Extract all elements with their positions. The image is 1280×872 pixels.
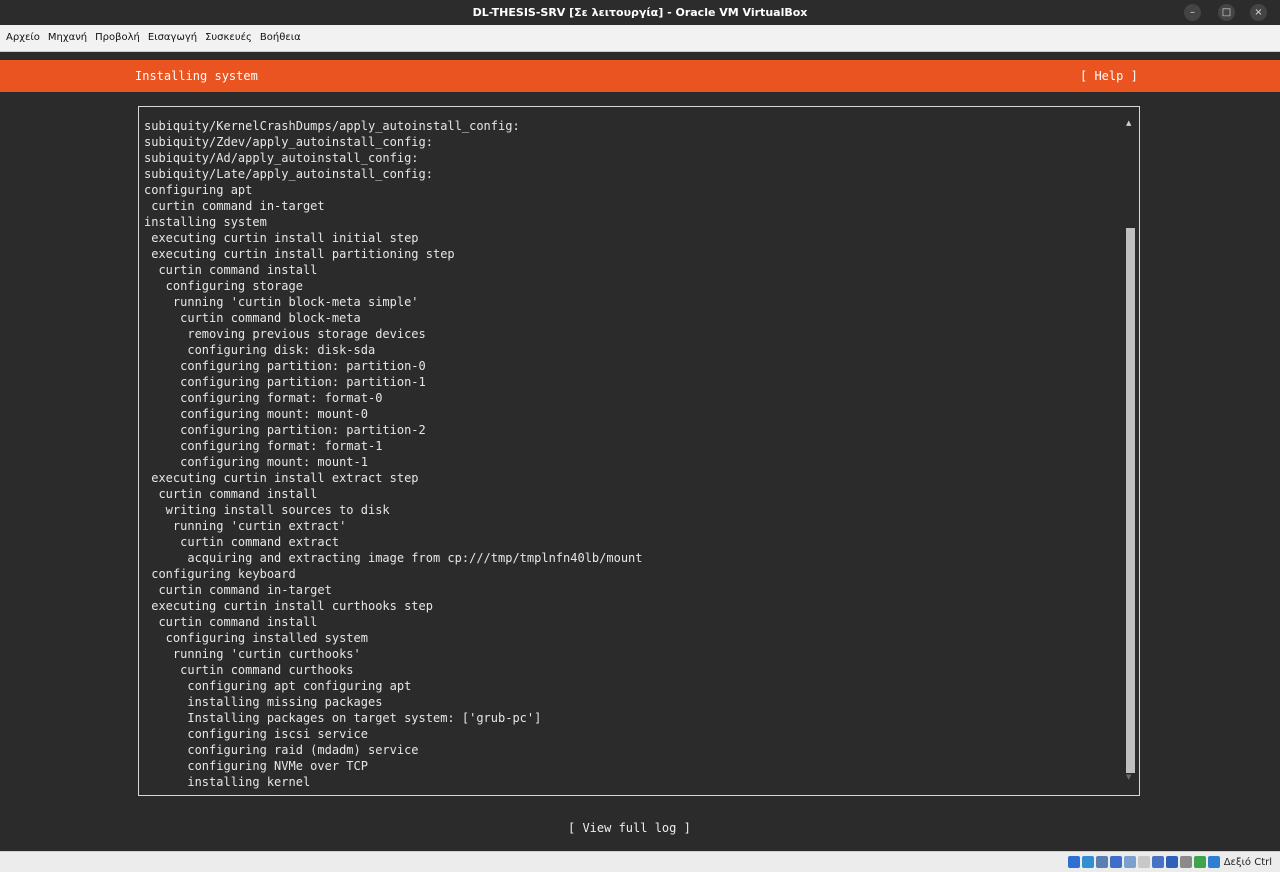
keyboard-icon[interactable] [1207,856,1220,868]
log-line: executing curtin install extract step [144,471,419,485]
maximize-button[interactable]: □ [1218,4,1235,21]
log-line: subiquity/Ad/apply_autoinstall_config: [144,151,419,165]
cpu-icon[interactable] [1179,856,1192,868]
log-line: subiquity/KernelCrashDumps/apply_autoins… [144,119,520,133]
install-log-box: subiquity/KernelCrashDumps/apply_autoins… [138,106,1140,796]
log-line: configuring installed system [144,631,368,645]
log-line: running 'curtin curthooks' [144,647,361,661]
log-line: configuring format: format-1 [144,439,383,453]
log-line: configuring partition: partition-1 [144,375,426,389]
minimize-button[interactable]: – [1184,4,1201,21]
log-line: configuring partition: partition-2 [144,423,426,437]
log-line: configuring mount: mount-0 [144,407,368,421]
video-capture-icon[interactable] [1165,856,1178,868]
log-line: configuring format: format-0 [144,391,383,405]
log-line: executing curtin install initial step [144,231,419,245]
menu-view[interactable]: Προβολή [91,25,144,51]
log-line: configuring raid (mdadm) service [144,743,419,757]
scroll-up-icon[interactable]: ▲ [1126,119,1131,127]
log-line: configuring iscsi service [144,727,368,741]
view-full-log-button[interactable]: [ View full log ] [568,821,691,835]
audio-icon[interactable] [1095,856,1108,868]
log-line: configuring apt configuring apt [144,679,412,693]
close-button[interactable]: × [1250,4,1267,21]
menu-devices[interactable]: Συσκευές [201,25,256,51]
menu-file[interactable]: Αρχείο [0,25,44,51]
log-line: writing install sources to disk [144,503,390,517]
display-icon[interactable] [1151,856,1164,868]
window-titlebar: DL-THESIS-SRV [Σε λειτουργία] - Oracle V… [0,0,1280,25]
menu-input[interactable]: Εισαγωγή [144,25,201,51]
log-line: configuring partition: partition-0 [144,359,426,373]
log-line: configuring storage [144,279,303,293]
log-line: running 'curtin block-meta simple' [144,295,419,309]
log-line: curtin command install [144,487,318,501]
log-line: installing system [144,215,267,229]
shared-folder-icon[interactable] [1137,856,1150,868]
log-line: running 'curtin extract' [144,519,347,533]
log-line: curtin command install [144,615,318,629]
log-line: configuring NVMe over TCP [144,759,368,773]
host-key-label[interactable]: Δεξιό Ctrl [1224,857,1272,868]
install-log: subiquity/KernelCrashDumps/apply_autoins… [144,118,643,790]
vm-screen[interactable]: Installing system [ Help ] subiquity/Ker… [0,52,1280,851]
log-line: curtin command in-target [144,583,332,597]
log-line: configuring mount: mount-1 [144,455,368,469]
harddisk-icon[interactable] [1067,856,1080,868]
log-line: curtin command curthooks [144,663,354,677]
optical-disc-icon[interactable] [1081,856,1094,868]
log-line: acquiring and extracting image from cp:/… [144,551,643,565]
log-line: curtin command extract [144,535,340,549]
log-line: curtin command install [144,263,318,277]
scrollbar-thumb[interactable] [1126,228,1135,773]
log-line: installing missing packages [144,695,383,709]
log-line: curtin command in-target [144,199,325,213]
status-tray: Δεξιό Ctrl [1067,854,1272,870]
log-line: executing curtin install curthooks step [144,599,433,613]
network-icon[interactable] [1109,856,1122,868]
log-line: executing curtin install partitioning st… [144,247,455,261]
window-title: DL-THESIS-SRV [Σε λειτουργία] - Oracle V… [472,6,808,19]
log-line: configuring keyboard [144,567,296,581]
log-line: subiquity/Late/apply_autoinstall_config: [144,167,433,181]
menubar: Αρχείο Μηχανή Προβολή Εισαγωγή Συσκευές Βοήθε… [0,25,1280,52]
usb-icon[interactable] [1123,856,1136,868]
log-line: installing kernel [144,775,311,789]
mouse-integration-icon[interactable] [1193,856,1206,868]
log-line: configuring apt [144,183,253,197]
log-line: curtin command block-meta [144,311,361,325]
installer-header: Installing system [ Help ] [0,60,1280,92]
log-line: removing previous storage devices [144,327,426,341]
scroll-down-icon[interactable]: ▼ [1126,773,1131,781]
log-line: subiquity/Zdev/apply_autoinstall_config: [144,135,433,149]
menu-machine[interactable]: Μηχανή [44,25,91,51]
statusbar: Δεξιό Ctrl [0,851,1280,872]
help-button[interactable]: [ Help ] [1080,60,1138,92]
log-line: configuring disk: disk-sda [144,343,376,357]
installer-title: Installing system [135,69,258,83]
menu-help[interactable]: Βοήθεια [256,25,305,51]
log-line: Installing packages on target system: ['… [144,711,542,725]
